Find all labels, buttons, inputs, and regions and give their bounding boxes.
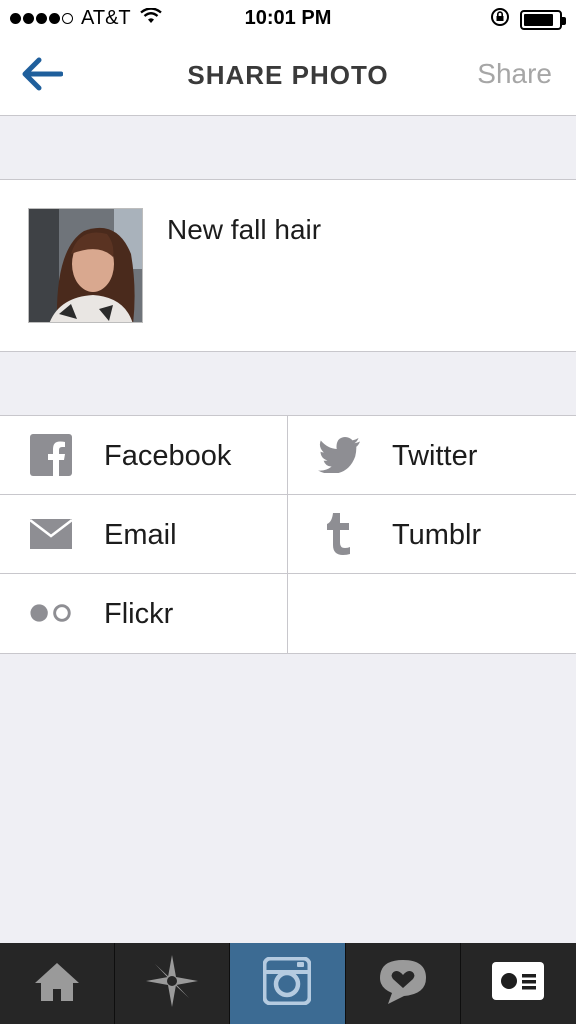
explore-icon [146,955,199,1012]
twitter-icon [318,434,360,476]
rotation-lock-icon [490,7,510,33]
status-right [490,7,566,33]
envelope-icon [30,513,72,555]
tab-news[interactable] [345,943,461,1024]
tab-profile[interactable] [460,943,576,1024]
camera-icon [262,956,312,1010]
status-bar: AT&T 10:01 PM [0,0,576,36]
battery-icon [520,10,566,30]
share-email-label: Email [104,519,177,551]
share-facebook[interactable]: Facebook [0,416,288,495]
share-tumblr[interactable]: Tumblr [288,495,576,574]
facebook-icon [30,434,72,476]
empty-cell [288,574,576,654]
share-button[interactable]: Share [477,58,552,90]
flickr-icon [30,592,72,634]
home-icon [34,961,80,1006]
share-flickr[interactable]: Flickr [0,574,288,654]
battery-tip [562,17,566,25]
share-twitter-label: Twitter [392,440,478,472]
tumblr-icon [318,513,360,555]
share-tumblr-label: Tumblr [392,519,482,551]
tab-home[interactable] [0,943,116,1024]
share-email[interactable]: Email [0,495,288,574]
share-flickr-label: Flickr [104,598,174,630]
caption-text[interactable]: New fall hair [167,214,321,246]
tab-camera[interactable] [230,943,346,1024]
navigation-bar: SHARE PHOTO Share [0,36,576,116]
share-twitter[interactable]: Twitter [288,416,576,495]
battery-fill [524,14,553,26]
tab-explore[interactable] [115,943,231,1024]
caption-card: New fall hair [0,179,576,352]
profile-icon [492,962,545,1005]
tab-bar [0,943,576,1024]
share-facebook-label: Facebook [104,440,232,472]
news-icon [378,958,428,1009]
photo-thumbnail [28,208,143,323]
share-options-grid: Facebook Twitter Email Tumblr Flickr [0,415,576,654]
